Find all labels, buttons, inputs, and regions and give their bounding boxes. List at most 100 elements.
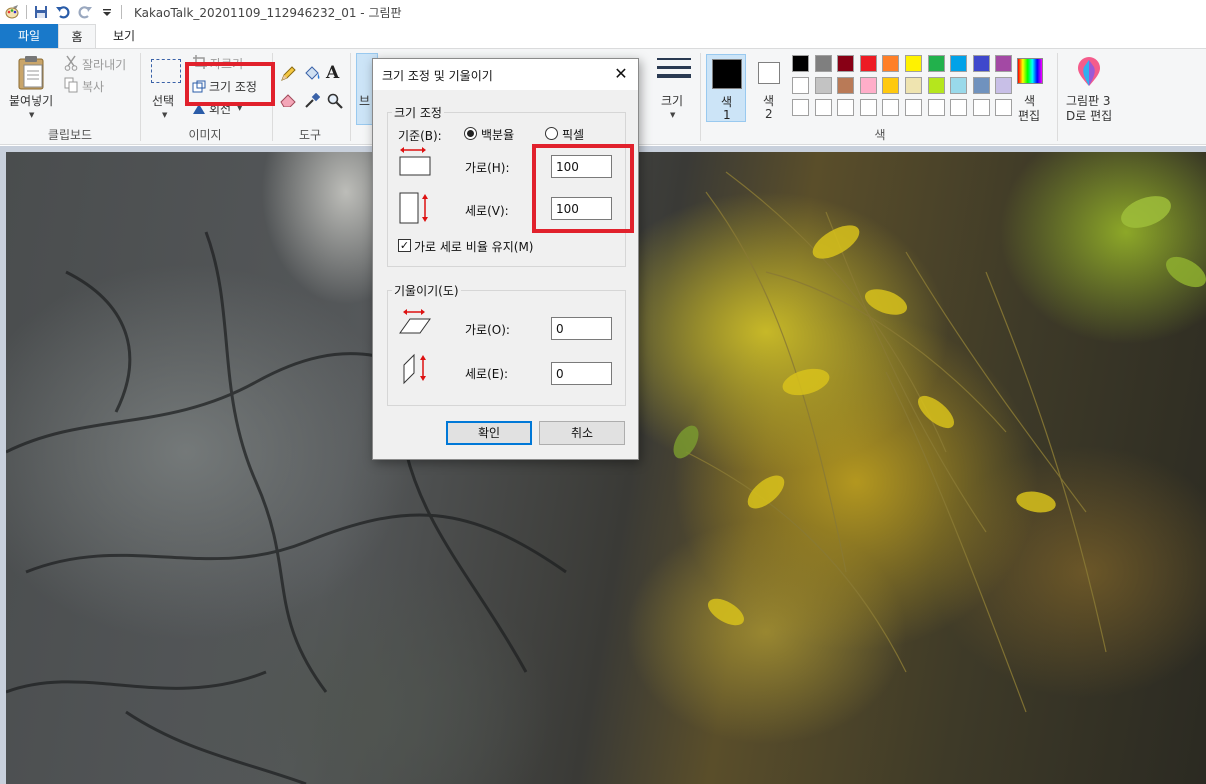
color-swatch[interactable]: [882, 77, 900, 94]
close-icon[interactable]: ✕: [610, 64, 632, 86]
color-swatch[interactable]: [792, 99, 809, 116]
pixels-label[interactable]: 픽셀: [562, 126, 584, 143]
vertical-resize-icon: [398, 191, 432, 228]
ribbon-tabs: 파일 홈 보기: [0, 24, 1206, 48]
percent-radio[interactable]: [464, 127, 477, 140]
color-swatch[interactable]: [950, 99, 968, 116]
select-icon[interactable]: [151, 59, 181, 83]
color-swatch[interactable]: [837, 99, 855, 116]
color-swatch[interactable]: [792, 77, 809, 94]
ribbon-separator: [350, 53, 351, 141]
color-swatch[interactable]: [995, 99, 1013, 116]
tab-file[interactable]: 파일: [0, 24, 58, 48]
copy-button[interactable]: 복사: [82, 78, 104, 95]
percent-label[interactable]: 백분율: [481, 126, 514, 143]
color-swatch[interactable]: [792, 55, 809, 72]
pencil-icon[interactable]: [280, 66, 296, 85]
customize-toolbar-icon[interactable]: [99, 4, 115, 20]
skew-horizontal-input[interactable]: [551, 317, 612, 340]
cut-icon: [64, 55, 78, 74]
horizontal-label: 가로(H):: [465, 161, 510, 175]
color-swatch[interactable]: [927, 77, 945, 94]
color-picker-icon[interactable]: [304, 92, 321, 112]
color-swatch[interactable]: [972, 55, 990, 72]
color1-swatch: [712, 59, 742, 89]
colors-group-label: 색: [874, 128, 886, 142]
pixels-radio[interactable]: [545, 127, 558, 140]
by-label: 기준(B):: [398, 129, 442, 143]
color-swatch[interactable]: [859, 77, 877, 94]
horizontal-resize-icon: [398, 145, 432, 182]
color-swatch[interactable]: [814, 99, 832, 116]
color-swatch[interactable]: [859, 55, 877, 72]
cancel-button[interactable]: 취소: [539, 421, 625, 445]
color-swatch[interactable]: [972, 77, 990, 94]
color-swatch[interactable]: [972, 99, 990, 116]
toolbar-separator: [26, 5, 27, 19]
undo-icon[interactable]: [55, 4, 71, 20]
toolbar-separator: [121, 5, 122, 19]
quick-access-toolbar: [0, 4, 122, 20]
save-icon[interactable]: [33, 4, 49, 20]
resize-group-label: 크기 조정: [392, 104, 444, 121]
color-swatch[interactable]: [882, 55, 900, 72]
paste-icon[interactable]: [16, 55, 48, 94]
color1-number: 1: [723, 108, 731, 122]
size-button[interactable]: 크기: [661, 92, 683, 109]
color-swatch[interactable]: [905, 55, 922, 72]
color-swatch[interactable]: [859, 99, 877, 116]
magnifier-icon[interactable]: [327, 93, 343, 112]
image-group-label: 이미지: [188, 128, 222, 142]
redo-icon[interactable]: [77, 4, 93, 20]
edit-colors-label-2[interactable]: 편집: [1018, 107, 1040, 124]
select-dropdown-icon[interactable]: ▼: [162, 111, 167, 119]
text-tool-icon[interactable]: A: [326, 63, 339, 83]
skew-vertical-label: 세로(E):: [465, 367, 509, 381]
color-swatch[interactable]: [995, 55, 1013, 72]
select-button[interactable]: 선택: [152, 92, 174, 109]
skew-horizontal-label: 가로(O):: [465, 323, 510, 337]
skew-vertical-input[interactable]: [551, 362, 612, 385]
color-swatch[interactable]: [837, 77, 855, 94]
copy-icon: [64, 77, 78, 96]
dialog-title: 크기 조정 및 기울이기: [382, 69, 493, 83]
tab-home[interactable]: 홈: [58, 24, 96, 48]
skew-group-label: 기울이기(도): [392, 282, 461, 299]
color-swatch[interactable]: [927, 55, 945, 72]
paste-dropdown-icon[interactable]: ▼: [29, 111, 34, 119]
horizontal-skew-icon: [398, 307, 432, 340]
color-swatch[interactable]: [837, 55, 855, 72]
paint3d-icon[interactable]: [1076, 57, 1102, 90]
color-swatch[interactable]: [950, 77, 968, 94]
edit-colors-icon[interactable]: [1017, 58, 1043, 84]
paste-button[interactable]: 붙여넣기: [9, 92, 53, 109]
color-swatch[interactable]: [995, 77, 1013, 94]
fill-icon[interactable]: [303, 65, 321, 84]
maintain-ratio-label[interactable]: 가로 세로 비율 유지(M): [414, 238, 533, 255]
eraser-icon[interactable]: [280, 93, 296, 110]
color2-button[interactable]: [758, 62, 780, 84]
color-swatch[interactable]: [814, 55, 832, 72]
paint-app-icon[interactable]: [4, 4, 20, 20]
color-swatch[interactable]: [882, 99, 900, 116]
ok-button[interactable]: 확인: [446, 421, 532, 445]
size-dropdown-icon[interactable]: ▼: [670, 111, 675, 119]
color-swatch[interactable]: [905, 99, 922, 116]
paint3d-label-2[interactable]: D로 편집: [1066, 107, 1112, 124]
ribbon-separator: [140, 53, 141, 141]
color-swatch[interactable]: [927, 99, 945, 116]
resize-skew-dialog: 크기 조정 및 기울이기 ✕ 크기 조정 기준(B): 백분율 픽셀 가로(H)…: [372, 58, 639, 460]
clipboard-group-label: 클립보드: [47, 128, 93, 142]
ribbon-separator: [1057, 53, 1058, 141]
size-line: [657, 74, 691, 78]
maintain-ratio-checkbox[interactable]: ✓: [398, 239, 411, 252]
ribbon-separator: [700, 53, 701, 141]
color-swatch[interactable]: [905, 77, 922, 94]
dialog-title-bar: 크기 조정 및 기울이기 ✕: [373, 59, 638, 90]
color1-button[interactable]: 색 1: [706, 54, 746, 122]
color-swatch[interactable]: [950, 55, 968, 72]
tab-view[interactable]: 보기: [100, 24, 148, 48]
cut-button[interactable]: 잘라내기: [82, 56, 126, 73]
color-swatch[interactable]: [814, 77, 832, 94]
vertical-label: 세로(V):: [465, 204, 509, 218]
